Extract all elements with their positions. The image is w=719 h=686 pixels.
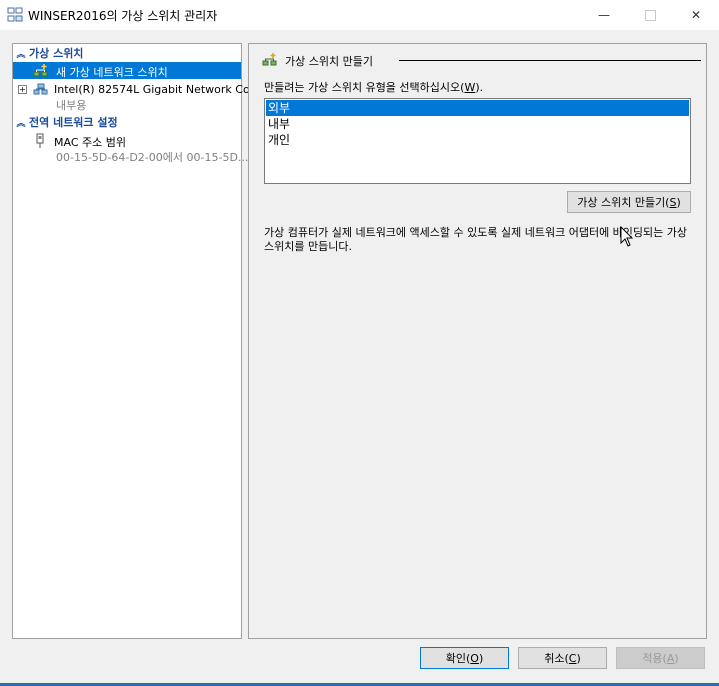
navigation-tree[interactable]: ︽ 가상 스위치 새 가상 네트워크 스위치 + Intel(R) 82574L… [12, 43, 260, 639]
cancel-button-prefix: 취소( [544, 652, 569, 665]
mac-range-sublabel: 00-15-5D-64-D2-00에서 00-15-5D... [56, 151, 249, 164]
cancel-button-suffix: ) [576, 651, 581, 665]
section-virtual-switches-label: 가상 스위치 [29, 47, 84, 60]
title-bar: WINSER2016의 가상 스위치 관리자 — ✕ [0, 0, 719, 30]
expand-plus-icon[interactable]: + [18, 85, 27, 94]
minimize-icon: — [598, 8, 610, 22]
details-panel: 가상 스위치 만들기 만들려는 가상 스위치 유형을 선택하십시오(W). 외부… [248, 43, 707, 639]
network-switch-add-icon [33, 64, 48, 77]
close-icon: ✕ [690, 8, 702, 22]
network-switch-add-icon [262, 53, 277, 66]
network-plug-icon [36, 133, 44, 148]
close-button[interactable]: ✕ [673, 0, 719, 30]
maximize-icon [644, 9, 656, 21]
collapse-chevron-icon[interactable]: ︽ [13, 47, 29, 60]
tree-item-mac-address-range-label: MAC 주소 범위 [54, 136, 126, 149]
mouse-cursor-icon [620, 226, 634, 247]
switch-type-option-private[interactable]: 개인 [266, 132, 689, 148]
create-button-prefix: 가상 스위치 만들기( [577, 196, 670, 209]
ok-button-suffix: ) [478, 651, 484, 665]
ok-button-prefix: 확인( [445, 652, 471, 665]
create-virtual-switch-group: 가상 스위치 만들기 [261, 52, 701, 68]
apply-button-suffix: ) [674, 651, 679, 665]
cancel-button[interactable]: 취소(C) [518, 647, 607, 669]
tree-item-new-virtual-switch[interactable]: 새 가상 네트워크 스위치 [13, 62, 241, 79]
group-title: 가상 스위치 만들기 [285, 55, 373, 68]
prompt-suffix: ). [475, 81, 484, 94]
network-switch-icon [33, 83, 48, 95]
prompt-accel-key: W [464, 81, 476, 94]
switch-type-option-external[interactable]: 외부 [266, 100, 689, 116]
create-virtual-switch-button[interactable]: 가상 스위치 만들기(S) [567, 191, 691, 213]
adapter-type-sublabel: 내부용 [56, 99, 87, 112]
section-virtual-switches[interactable]: ︽ 가상 스위치 [13, 45, 241, 61]
maximize-button[interactable] [627, 0, 673, 30]
switch-type-option-internal[interactable]: 내부 [266, 116, 689, 132]
ok-button[interactable]: 확인(O) [420, 647, 509, 669]
apply-button-prefix: 적용( [642, 652, 667, 665]
create-button-suffix: ) [676, 195, 681, 209]
tree-item-mac-address-range[interactable]: MAC 주소 범위 [13, 132, 241, 149]
cancel-button-accel-key: C [568, 651, 577, 665]
section-global-network-settings[interactable]: ︽ 전역 네트워크 설정 [13, 114, 241, 130]
group-title-divider [399, 60, 701, 61]
switch-type-listbox[interactable]: 외부 내부 개인 [264, 98, 691, 184]
apply-button-accel-key: A [666, 651, 675, 665]
minimize-button[interactable]: — [581, 0, 627, 30]
ok-button-accel-key: O [470, 651, 479, 665]
tree-item-network-adapter-label: Intel(R) 82574L Gigabit Network Co... [54, 83, 260, 96]
collapse-chevron-icon[interactable]: ︽ [13, 116, 29, 129]
virtual-switch-manager-icon [7, 7, 23, 22]
create-button-accel-key: S [669, 195, 677, 209]
section-global-network-settings-label: 전역 네트워크 설정 [29, 116, 118, 129]
switch-type-prompt: 만들려는 가상 스위치 유형을 선택하십시오(W). [264, 79, 483, 95]
window-title: WINSER2016의 가상 스위치 관리자 [28, 9, 218, 23]
apply-button[interactable]: 적용(A) [616, 647, 705, 669]
prompt-prefix: 만들려는 가상 스위치 유형을 선택하십시오( [264, 81, 465, 94]
tree-item-network-adapter[interactable]: + Intel(R) 82574L Gigabit Network Co... [13, 81, 260, 98]
tree-item-new-virtual-switch-label: 새 가상 네트워크 스위치 [56, 66, 168, 79]
